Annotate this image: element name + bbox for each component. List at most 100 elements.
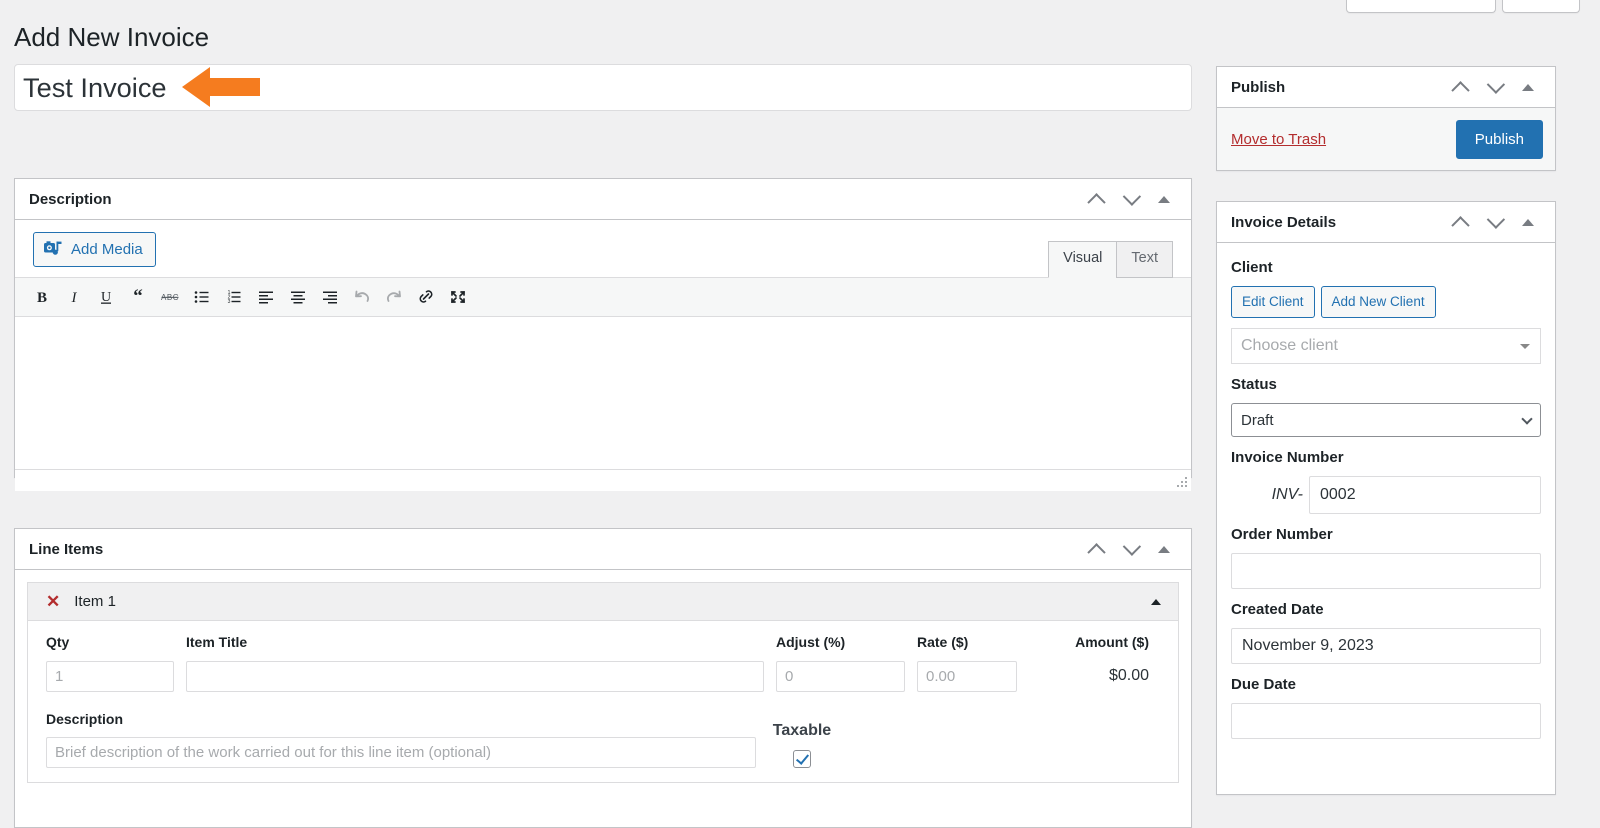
qty-label: Qty [46,634,70,650]
move-down-icon[interactable] [1479,69,1509,105]
svg-text:B: B [37,290,47,306]
publish-panel: Publish Move to Trash Publish [1216,66,1556,171]
adjust-input[interactable] [776,660,905,692]
client-select[interactable]: Choose client [1231,328,1541,365]
bulleted-list-icon[interactable] [187,282,217,312]
edit-client-button[interactable]: Edit Client [1231,286,1315,319]
editor-media-row: Add Media Visual Text [15,220,1191,278]
screen-meta-tabs: Screen Options▼ Help▼ [1345,0,1580,13]
rate-field-group: Rate ($) [917,633,1017,692]
line-items-panel-title: Line Items [29,540,104,558]
editor-toolbar: B I U “ ABC 123 [15,277,1191,317]
media-icon [44,241,62,255]
align-right-icon[interactable] [315,282,345,312]
chevron-down-icon [1520,344,1530,350]
help-tab[interactable]: Help▼ [1502,0,1580,13]
editor-statusbar [15,469,1191,491]
blockquote-icon[interactable]: “ [123,282,153,312]
collapse-line-item-icon[interactable] [1144,598,1168,605]
line-item-description-group: Description [46,710,756,769]
item-title-label: Item Title [186,634,248,650]
align-left-icon[interactable] [251,282,281,312]
created-date-input[interactable]: November 9, 2023 [1231,628,1541,665]
insert-link-icon[interactable] [411,282,441,312]
invoice-number-value: 0002 [1320,486,1356,504]
status-select[interactable]: Draft [1231,403,1541,438]
line-items-panel-header: Line Items [15,529,1191,570]
description-panel-header: Description [15,179,1191,220]
order-number-label: Order Number [1231,526,1333,544]
description-panel-title: Description [29,190,112,208]
undo-icon[interactable] [347,282,377,312]
status-value: Draft [1241,411,1274,429]
collapse-panel-icon[interactable] [1149,531,1179,567]
tab-visual[interactable]: Visual [1048,241,1118,278]
qty-input[interactable] [46,660,174,692]
taxable-group: Taxable [768,722,836,769]
description-content-area[interactable] [15,317,1191,469]
panel-handle-actions [1081,531,1179,567]
move-down-icon[interactable] [1115,181,1145,217]
move-up-icon[interactable] [1445,69,1475,105]
publish-actions: Move to Trash Publish [1217,108,1555,170]
move-up-icon[interactable] [1081,531,1111,567]
move-up-icon[interactable] [1445,204,1475,240]
add-media-button[interactable]: Add Media [33,232,156,267]
svg-text:I: I [71,290,78,306]
tab-text[interactable]: Text [1116,241,1173,278]
publish-panel-title: Publish [1231,78,1286,96]
add-new-client-button[interactable]: Add New Client [1320,286,1436,319]
invoice-number-row: INV- 0002 [1231,476,1541,515]
svg-text:3: 3 [228,299,231,305]
remove-line-item-icon[interactable]: ✕ [46,593,60,610]
publish-panel-header: Publish [1217,67,1555,108]
resize-handle-icon[interactable] [1175,475,1189,489]
publish-button[interactable]: Publish [1455,119,1543,159]
collapse-panel-icon[interactable] [1149,181,1179,217]
client-buttons: Edit Client Add New Client [1231,286,1541,319]
title-field-wrapper [14,64,1192,111]
invoice-number-label: Invoice Number [1231,449,1344,467]
due-date-input[interactable] [1231,703,1541,740]
invoice-details-panel: Invoice Details Client Edit Client Add N… [1216,201,1556,795]
fullscreen-icon[interactable] [443,282,473,312]
invoice-title-input[interactable] [14,64,1192,111]
client-select-value: Choose client [1241,337,1338,355]
underline-icon[interactable]: U [91,282,121,312]
adjust-label: Adjust (%) [776,634,846,650]
italic-icon[interactable]: I [59,282,89,312]
client-label: Client [1231,259,1273,276]
move-to-trash-link[interactable]: Move to Trash [1231,131,1326,148]
invoice-details-body: Client Edit Client Add New Client Choose… [1217,243,1555,753]
amount-label: Amount ($) [1075,634,1149,650]
created-date-label: Created Date [1231,601,1324,619]
item-title-input[interactable] [186,660,764,692]
bold-icon[interactable]: B [27,282,57,312]
screen-options-tab[interactable]: Screen Options▼ [1345,0,1497,13]
move-down-icon[interactable] [1479,204,1509,240]
rate-input[interactable] [917,660,1017,692]
line-item-fields-row: Qty Item Title Adjust (%) Rate ($) [46,633,1160,692]
order-number-input[interactable] [1231,553,1541,590]
collapse-panel-icon[interactable] [1513,69,1543,105]
line-items-body: ✕ Item 1 Qty Item Title Adjust (%) [15,570,1191,784]
due-date-label: Due Date [1231,676,1297,694]
invoice-details-panel-header: Invoice Details [1217,202,1555,243]
description-editor: Add Media Visual Text B I U “ ABC 123 [15,220,1191,491]
collapse-panel-icon[interactable] [1513,204,1543,240]
line-item-description-row: Description Taxable [46,710,1160,769]
invoice-number-input[interactable]: 0002 [1309,476,1541,515]
move-down-icon[interactable] [1115,531,1145,567]
move-up-icon[interactable] [1081,181,1111,217]
align-center-icon[interactable] [283,282,313,312]
redo-icon[interactable] [379,282,409,312]
page-title: Add New Invoice [14,22,210,52]
line-item-description-input[interactable] [46,737,756,769]
svg-text:“: “ [133,288,143,306]
taxable-label: Taxable [772,722,832,740]
taxable-checkbox[interactable] [793,750,811,769]
numbered-list-icon[interactable]: 123 [219,282,249,312]
line-items-panel: Line Items ✕ Item 1 Qty Item Titl [14,528,1192,828]
item-title-field-group: Item Title [186,633,764,692]
strikethrough-icon[interactable]: ABC [155,282,185,312]
